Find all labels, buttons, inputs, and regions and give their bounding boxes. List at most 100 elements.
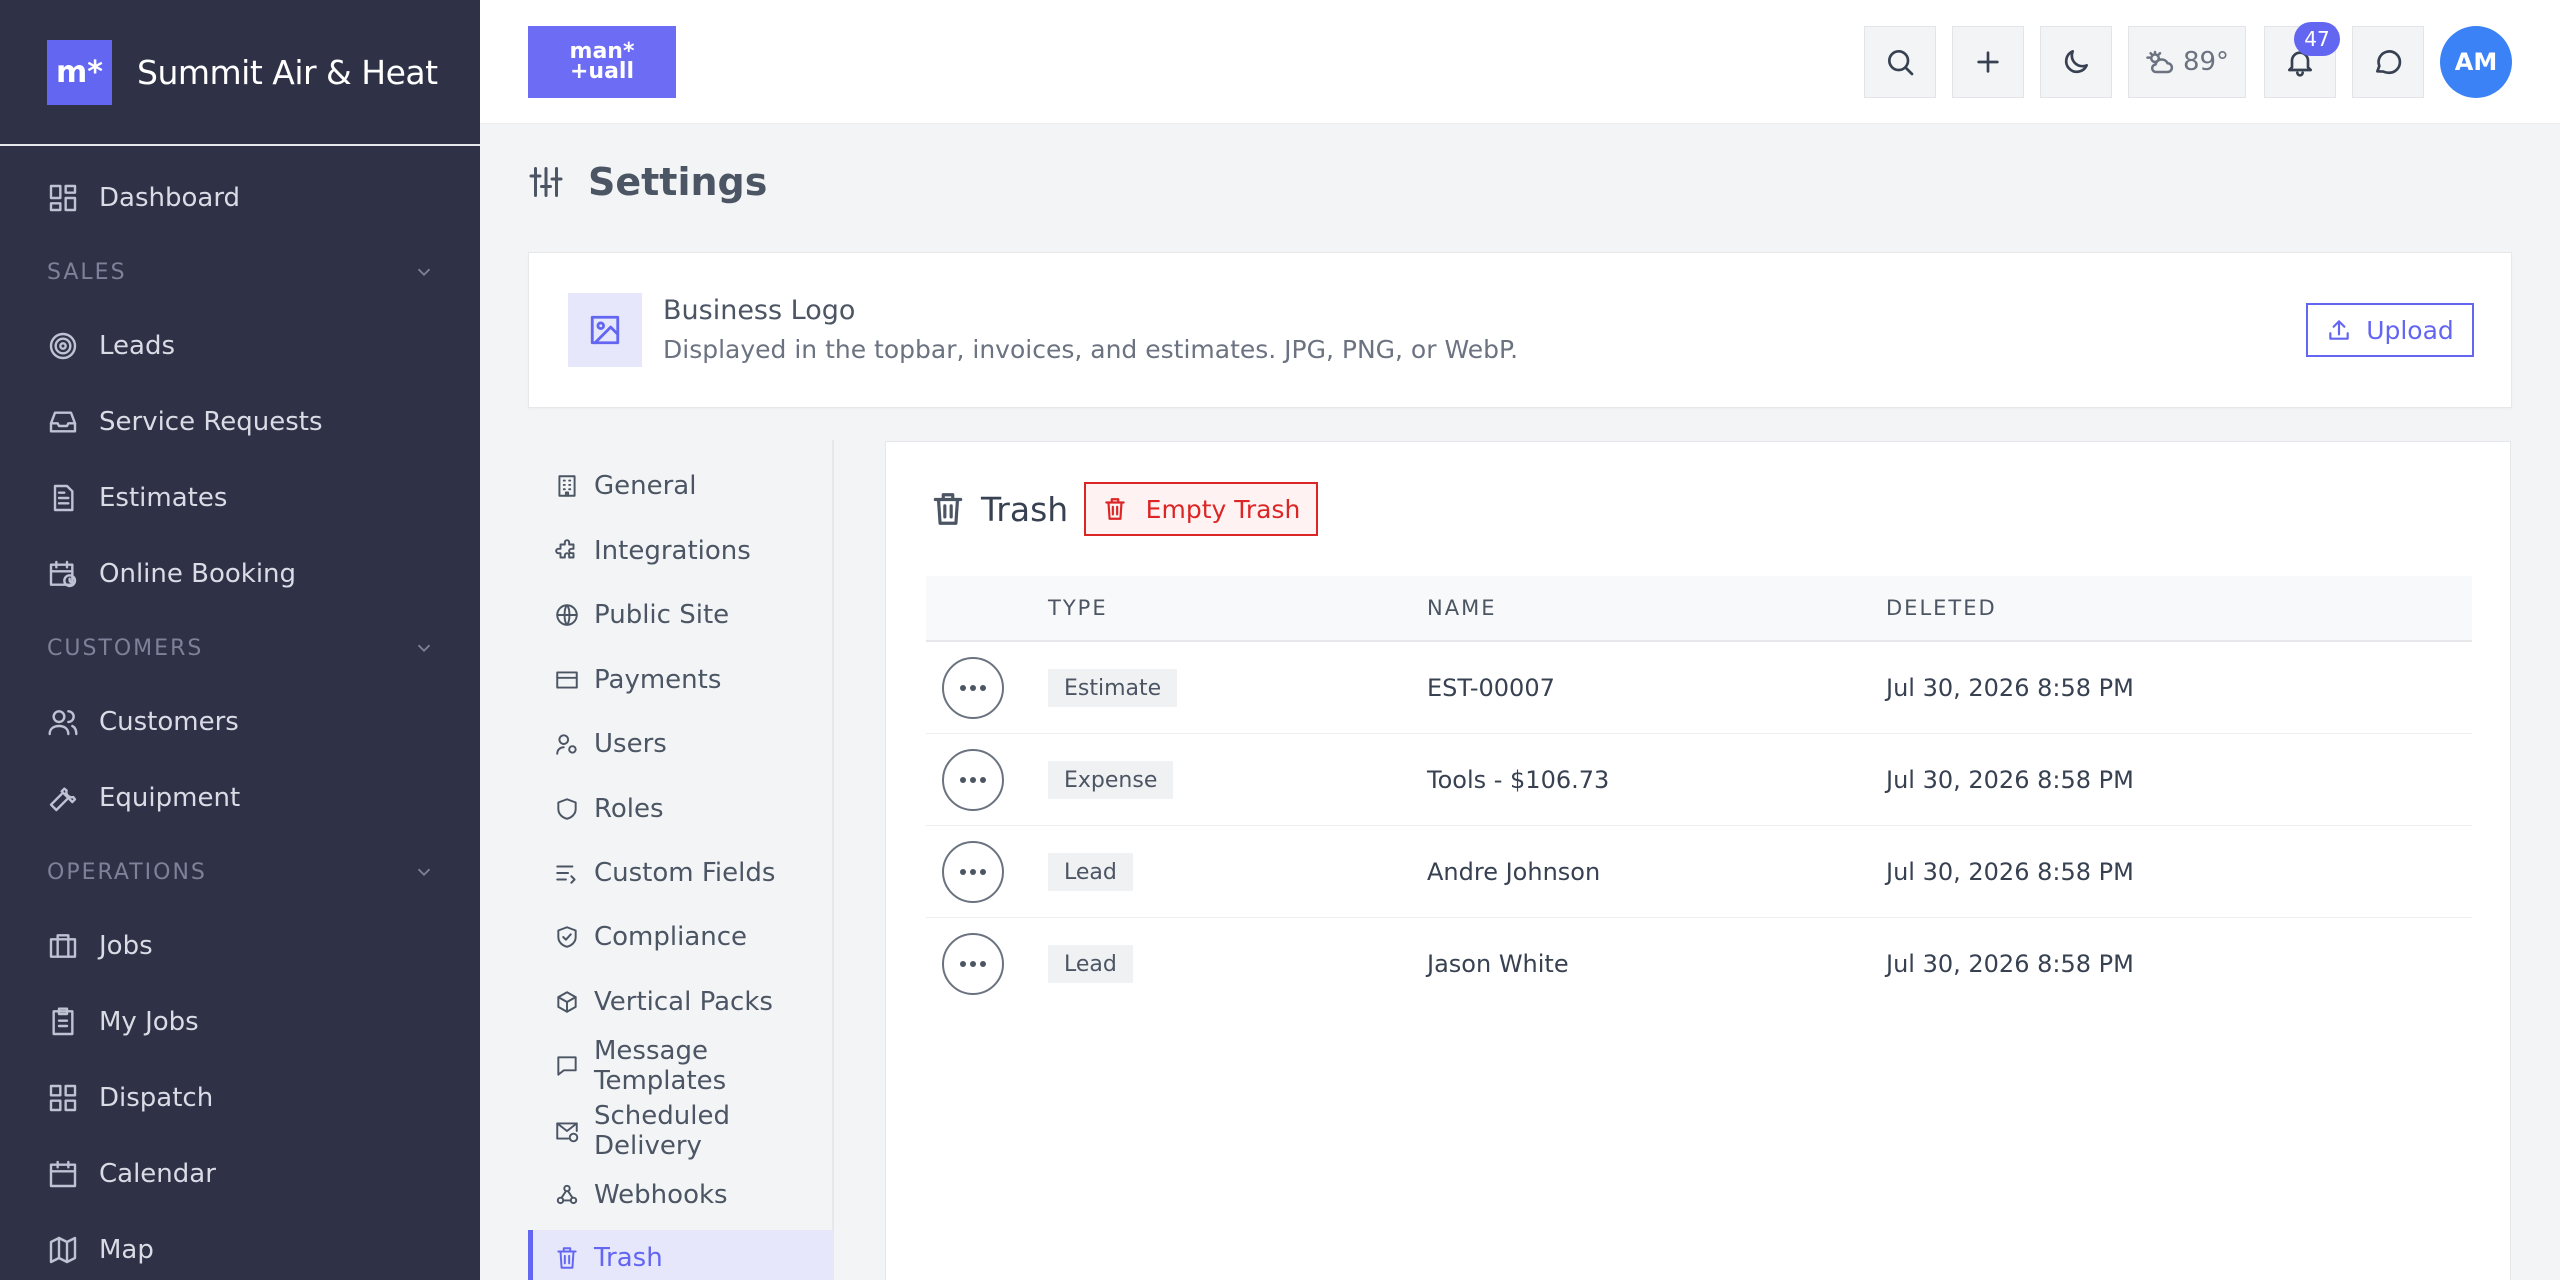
user-avatar[interactable]: AM [2440, 26, 2512, 98]
deleted-date: Jul 30, 2026 8:58 PM [1886, 674, 2134, 702]
trash-icon [933, 493, 963, 525]
row-actions-button[interactable] [942, 749, 1004, 811]
sidebar-item-service-requests[interactable]: Service Requests [0, 384, 480, 460]
settings-nav-label: Scheduled Delivery [594, 1101, 730, 1161]
brand-logo: m* [47, 39, 112, 105]
weather-widget[interactable]: 89° [2128, 26, 2246, 98]
sidebar-section-customers[interactable]: CUSTOMERS [0, 612, 480, 684]
sidebar-item-label: Service Requests [99, 407, 323, 437]
calendar-clock-icon [49, 560, 77, 588]
table-header: TYPE NAME DELETED [926, 576, 2472, 642]
business-logo-card: Business Logo Displayed in the topbar, i… [528, 252, 2512, 408]
image-icon [590, 315, 620, 345]
settings-nav: General Integrations Public Site Payment… [528, 440, 834, 1280]
sidebar-section-operations[interactable]: OPERATIONS [0, 836, 480, 908]
more-horizontal-icon [960, 961, 986, 967]
sidebar: m* Summit Air & Heat Dashboard SALES Lea… [0, 0, 480, 1280]
settings-nav-trash[interactable]: Trash [528, 1230, 834, 1280]
search-button[interactable] [1864, 26, 1936, 98]
company-logo[interactable]: man* +uall [528, 26, 676, 98]
sidebar-item-label: Dispatch [99, 1083, 214, 1113]
settings-nav-message-templates[interactable]: Message Templates [528, 1036, 834, 1096]
column-header-type[interactable]: TYPE [1048, 576, 1108, 640]
column-header-deleted[interactable]: DELETED [1886, 576, 1997, 640]
upload-button[interactable]: Upload [2306, 303, 2474, 357]
settings-nav-payments[interactable]: Payments [528, 652, 834, 708]
sidebar-item-label: My Jobs [99, 1007, 199, 1037]
chevron-down-icon [417, 868, 431, 877]
settings-nav-label: Webhooks [594, 1180, 728, 1210]
settings-nav-label: Compliance [594, 922, 748, 952]
item-name: Andre Johnson [1427, 858, 1601, 886]
settings-nav-compliance[interactable]: Compliance [528, 909, 834, 965]
chevron-down-icon [417, 268, 431, 277]
upload-icon [2329, 320, 2349, 340]
brand-name: Summit Air & Heat [137, 52, 438, 92]
row-actions-button[interactable] [942, 933, 1004, 995]
settings-nav-vertical-packs[interactable]: Vertical Packs [528, 974, 834, 1030]
type-badge: Lead [1048, 945, 1133, 983]
sidebar-item-online-booking[interactable]: Online Booking [0, 536, 480, 612]
settings-nav-label: Message Templates [594, 1036, 727, 1096]
sidebar-item-my-jobs[interactable]: My Jobs [0, 984, 480, 1060]
clipboard-icon [52, 1007, 74, 1036]
messages-button[interactable] [2352, 26, 2424, 98]
sidebar-item-label: Dashboard [99, 183, 241, 213]
page-title: Settings [528, 160, 767, 204]
image-placeholder [568, 293, 642, 367]
calendar-icon [49, 1160, 77, 1188]
settings-nav-integrations[interactable]: Integrations [528, 523, 834, 579]
trash-heading: Trash [929, 488, 1068, 530]
upload-button-label: Upload [2366, 315, 2454, 345]
settings-nav-label: Payments [594, 665, 722, 695]
add-button[interactable] [1952, 26, 2024, 98]
settings-nav-custom-fields[interactable]: Custom Fields [528, 845, 834, 901]
sidebar-item-dashboard[interactable]: Dashboard [0, 160, 480, 236]
sidebar-section-sales[interactable]: SALES [0, 236, 480, 308]
sidebar-item-calendar[interactable]: Calendar [0, 1136, 480, 1212]
sidebar-item-dispatch[interactable]: Dispatch [0, 1060, 480, 1136]
column-header-name[interactable]: NAME [1427, 576, 1496, 640]
section-label: SALES [47, 259, 127, 285]
business-logo-title: Business Logo [663, 295, 856, 326]
settings-nav-label: Custom Fields [594, 858, 776, 888]
sidebar-item-label: Map [99, 1235, 154, 1265]
settings-nav-label: Trash [594, 1243, 663, 1273]
settings-nav-webhooks[interactable]: Webhooks [528, 1167, 834, 1223]
brand[interactable]: m* Summit Air & Heat [0, 0, 480, 146]
item-name: Tools - $106.73 [1427, 766, 1610, 794]
search-icon [1888, 50, 1914, 76]
settings-nav-users[interactable]: Users [528, 716, 834, 772]
sidebar-item-leads[interactable]: Leads [0, 308, 480, 384]
empty-trash-label: Empty Trash [1145, 494, 1301, 524]
type-badge: Estimate [1048, 669, 1178, 707]
deleted-date: Jul 30, 2026 8:58 PM [1886, 766, 2134, 794]
sidebar-item-jobs[interactable]: Jobs [0, 908, 480, 984]
settings-nav-general[interactable]: General [528, 458, 834, 514]
theme-toggle-button[interactable] [2040, 26, 2112, 98]
settings-nav-public-site[interactable]: Public Site [528, 587, 834, 643]
deleted-date: Jul 30, 2026 8:58 PM [1886, 858, 2134, 886]
section-label: CUSTOMERS [47, 635, 204, 661]
credit-card-icon [556, 671, 578, 689]
target-icon [49, 332, 77, 360]
empty-trash-button[interactable]: Empty Trash [1084, 482, 1318, 536]
topbar: man* +uall 89° 47 AM [480, 0, 2560, 124]
settings-nav-roles[interactable]: Roles [528, 781, 834, 837]
mail-clock-icon [556, 1122, 579, 1143]
moon-icon [2064, 50, 2088, 74]
users-icon [48, 710, 78, 736]
row-actions-button[interactable] [942, 657, 1004, 719]
sidebar-item-equipment[interactable]: Equipment [0, 760, 480, 836]
sidebar-item-customers[interactable]: Customers [0, 684, 480, 760]
type-badge: Lead [1048, 853, 1133, 891]
document-icon [53, 484, 74, 512]
chevron-down-icon [417, 644, 431, 653]
row-actions-button[interactable] [942, 841, 1004, 903]
package-icon [557, 991, 577, 1013]
wrench-icon [49, 787, 77, 812]
grid-icon [49, 1084, 77, 1112]
settings-nav-scheduled-delivery[interactable]: Scheduled Delivery [528, 1101, 834, 1161]
sidebar-item-estimates[interactable]: Estimates [0, 460, 480, 536]
sidebar-item-map[interactable]: Map [0, 1212, 480, 1280]
